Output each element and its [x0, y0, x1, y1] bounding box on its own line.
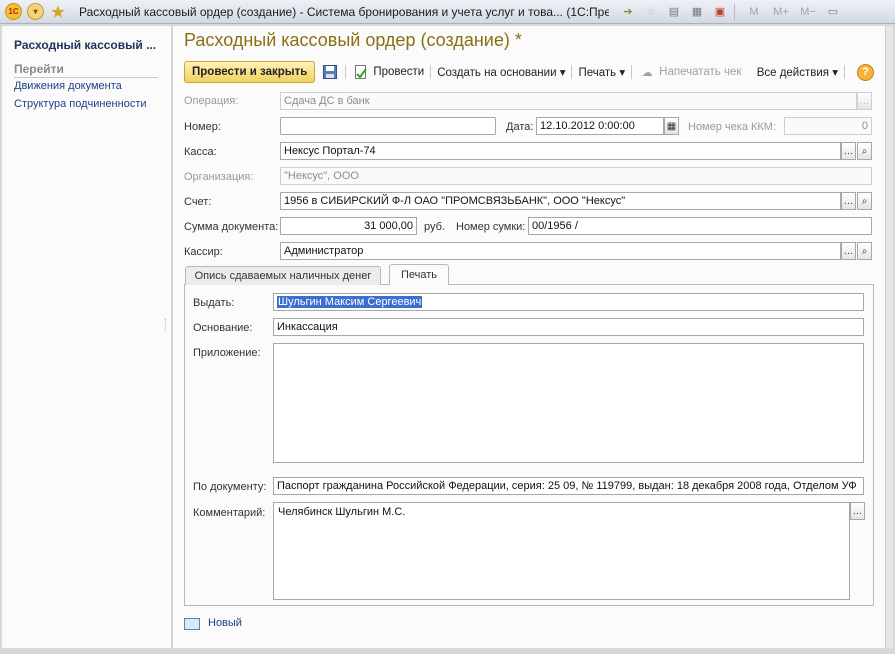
form-toolbar: Провести и закрыть Провести Создать на о…	[184, 61, 874, 83]
vertical-scrollbar[interactable]	[885, 26, 893, 648]
panel-resize-grip[interactable]: ⁝ ⁝	[164, 318, 168, 348]
create-based-on-label: Создать на основании	[437, 67, 557, 79]
bag-number-field[interactable]: 00/1956 /	[528, 217, 872, 235]
comment-textarea[interactable]: Челябинск Шульгин М.С.	[273, 502, 850, 600]
attachment-label: Приложение:	[193, 347, 261, 359]
post-button[interactable]: Провести	[373, 66, 424, 78]
cashier-open-search-icon[interactable]: ⌕	[857, 242, 872, 260]
cashbox-select-button[interactable]: …	[841, 142, 856, 160]
basis-label: Основание:	[193, 322, 253, 334]
divider	[631, 65, 633, 79]
all-actions-button[interactable]: Все действия ▾	[757, 65, 838, 79]
divider	[844, 65, 845, 79]
date-label: Дата:	[506, 121, 534, 133]
star-outline-icon[interactable]: ☆	[641, 3, 661, 21]
document-status: Новый	[208, 617, 242, 629]
print-tab-panel: Выдать: Шульгин Максим Сергеевич Основан…	[184, 284, 874, 606]
calendar-picker-icon[interactable]: ▦	[664, 117, 679, 135]
nav-link-subordination-structure[interactable]: Структура подчиненности	[14, 98, 147, 110]
by-document-label: По документу:	[193, 481, 267, 493]
divider	[430, 65, 432, 79]
window-title: Расходный кассовый ордер (создание) - Си…	[79, 4, 609, 19]
nav-link-document-movements[interactable]: Движения документа	[14, 80, 122, 92]
navigation-panel: Расходный кассовый ... Перейти Движения …	[2, 26, 172, 648]
issue-to-field[interactable]: Шульгин Максим Сергеевич	[273, 293, 864, 311]
app-logo-icon[interactable]: 1С	[5, 3, 22, 20]
save-icon[interactable]	[321, 63, 339, 81]
dropdown-arrow-icon: ▾	[832, 67, 838, 79]
cashbox-field[interactable]: Нексус Портал-74	[280, 142, 841, 160]
nav-title: Расходный кассовый ...	[14, 38, 157, 52]
operation-label: Операция:	[184, 95, 239, 107]
sum-field[interactable]: 31 000,00	[280, 217, 417, 235]
print-icon[interactable]: ▤	[664, 3, 684, 21]
print-menu-label: Печать	[578, 67, 617, 79]
post-icon[interactable]	[352, 63, 370, 81]
cashbox-label: Касса:	[184, 146, 217, 158]
nav-section-goto: Перейти	[14, 62, 158, 78]
print-check-button: Напечатать чек	[659, 66, 742, 78]
sum-label: Сумма документа:	[184, 221, 279, 233]
all-actions-label: Все действия	[756, 67, 830, 79]
create-based-on-button[interactable]: Создать на основании ▾	[437, 65, 565, 79]
print-menu-button[interactable]: Печать ▾	[578, 65, 625, 79]
cashbox-open-search-icon[interactable]: ⌕	[857, 142, 872, 160]
account-label: Счет:	[184, 196, 212, 208]
attachment-textarea[interactable]	[273, 343, 864, 463]
dropdown-arrow-icon: ▾	[619, 67, 626, 79]
arrow-right-icon[interactable]: ➔	[618, 3, 638, 21]
divider	[571, 65, 573, 79]
tab-cash-inventory[interactable]: Опись сдаваемых наличных денег	[185, 266, 381, 285]
currency-label: руб.	[424, 221, 445, 233]
number-field[interactable]	[280, 117, 496, 135]
comment-label: Комментарий:	[193, 507, 266, 519]
tab-print[interactable]: Печать	[389, 264, 449, 285]
cashier-field[interactable]: Администратор	[280, 242, 841, 260]
divider	[734, 3, 735, 20]
main-menu-icon[interactable]: ▾	[27, 3, 44, 20]
cashier-label: Кассир:	[184, 246, 223, 258]
memory-button[interactable]: M	[742, 3, 766, 21]
memory-plus-button[interactable]: M+	[769, 3, 793, 21]
help-icon[interactable]: ?	[857, 63, 874, 81]
divider	[345, 65, 347, 79]
dropdown-arrow-icon: ▾	[559, 67, 566, 79]
window-titlebar: 1С ▾ ★ Расходный кассовый ордер (создани…	[0, 0, 895, 24]
memory-minus-button[interactable]: M−	[796, 3, 820, 21]
account-field[interactable]: 1956 в СИБИРСКИЙ Ф-Л ОАО "ПРОМСВЯЗЬБАНК"…	[280, 192, 841, 210]
operation-select-button: …	[857, 92, 872, 110]
issue-to-value: Шульгин Максим Сергеевич	[277, 296, 423, 308]
print-check-icon: ☁	[641, 66, 653, 79]
operation-field: Сдача ДС в банк	[280, 92, 857, 110]
issue-to-label: Выдать:	[193, 297, 235, 309]
date-field[interactable]: 12.10.2012 0:00:00	[536, 117, 664, 135]
kkm-check-label: Номер чека ККМ:	[688, 121, 777, 133]
form-title: Расходный кассовый ордер (создание) *	[184, 30, 522, 50]
titlebar-tools: ➔ ☆ ▤ ▦ ▣ M M+ M− ▭	[615, 3, 843, 21]
basis-field[interactable]: Инкассация	[273, 318, 864, 336]
kkm-check-field: 0	[784, 117, 872, 135]
window-icon[interactable]: ▭	[823, 3, 843, 21]
calendar-icon[interactable]: ▣	[710, 3, 730, 21]
by-document-field[interactable]: Паспорт гражданина Российской Федерации,…	[273, 477, 864, 495]
account-open-search-icon[interactable]: ⌕	[857, 192, 872, 210]
document-status-icon	[184, 618, 200, 630]
organization-field: "Нексус", ООО	[280, 167, 872, 185]
post-and-close-button[interactable]: Провести и закрыть	[184, 61, 316, 83]
cashier-select-button[interactable]: …	[841, 242, 856, 260]
bag-number-label: Номер сумки:	[456, 221, 526, 233]
favorite-star-icon[interactable]: ★	[49, 3, 67, 21]
form-area: Расходный кассовый ордер (создание) * Пр…	[173, 26, 885, 648]
comment-expand-button[interactable]: …	[850, 502, 865, 520]
number-label: Номер:	[184, 121, 221, 133]
organization-label: Организация:	[184, 171, 254, 183]
account-select-button[interactable]: …	[841, 192, 856, 210]
calculator-icon[interactable]: ▦	[687, 3, 707, 21]
